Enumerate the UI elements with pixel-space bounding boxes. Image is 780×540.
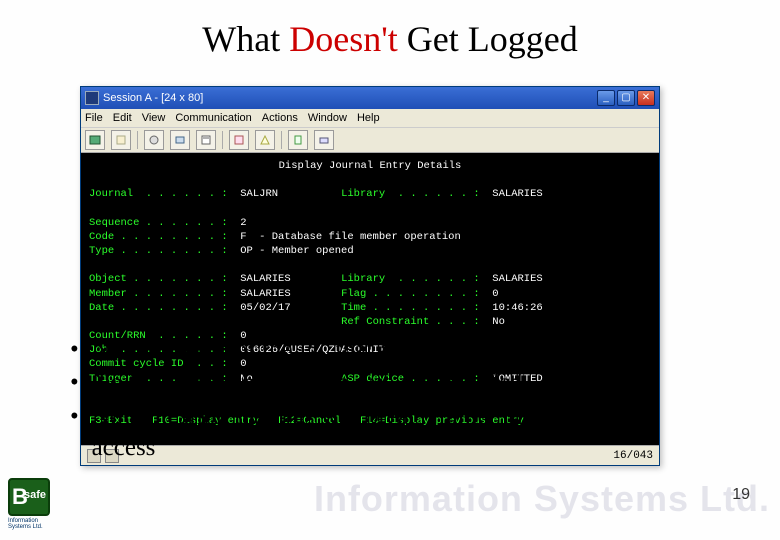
- toolbar-separator: [222, 131, 223, 149]
- menubar: File Edit View Communication Actions Win…: [81, 109, 659, 127]
- minimize-button[interactable]: _: [597, 90, 615, 106]
- toolbar-separator: [137, 131, 138, 149]
- menu-help[interactable]: Help: [357, 112, 380, 124]
- toolbar-button-4[interactable]: [170, 130, 190, 150]
- bullet-text: No indication that this was breach rathe…: [92, 401, 710, 464]
- bullet-item: •No indication that this was breach rath…: [70, 401, 710, 464]
- window-title: Session A - [24 x 80]: [103, 92, 203, 104]
- slide-title: What Doesn't Get Logged: [0, 0, 780, 70]
- toolbar-button-9[interactable]: [314, 130, 334, 150]
- toolbar-button-7[interactable]: [255, 130, 275, 150]
- menu-file[interactable]: File: [85, 112, 103, 124]
- logo-subtext: Information Systems Ltd.: [8, 518, 62, 530]
- toolbar-button-5[interactable]: [196, 130, 216, 150]
- toolbar-button-1[interactable]: [85, 130, 105, 150]
- close-button[interactable]: ✕: [637, 90, 655, 106]
- bullet-text: No indication of the PC that accessed th…: [92, 334, 543, 365]
- title-part: What: [202, 19, 289, 59]
- toolbar-button-2[interactable]: [111, 130, 131, 150]
- bullet-text: No indication that the file was download…: [92, 367, 522, 398]
- title-part: Get Logged: [398, 19, 578, 59]
- watermark: Information Systems Ltd.: [314, 478, 770, 520]
- app-icon: [85, 91, 99, 105]
- bullet-item: •No indication that the file was downloa…: [70, 367, 710, 398]
- toolbar-separator: [281, 131, 282, 149]
- window-titlebar[interactable]: Session A - [24 x 80] _ ▢ ✕: [81, 87, 659, 109]
- menu-window[interactable]: Window: [308, 112, 347, 124]
- toolbar: [81, 127, 659, 153]
- menu-view[interactable]: View: [142, 112, 166, 124]
- toolbar-button-8[interactable]: [288, 130, 308, 150]
- page-number: 19: [732, 486, 750, 504]
- menu-communication[interactable]: Communication: [175, 112, 251, 124]
- menu-edit[interactable]: Edit: [113, 112, 132, 124]
- bullet-item: •No indication of the PC that accessed t…: [70, 334, 710, 365]
- menu-actions[interactable]: Actions: [262, 112, 298, 124]
- toolbar-button-3[interactable]: [144, 130, 164, 150]
- screen-header: Display Journal Entry Details: [89, 159, 651, 173]
- maximize-button[interactable]: ▢: [617, 90, 635, 106]
- company-logo: Bsafe Information Systems Ltd.: [8, 478, 62, 532]
- toolbar-button-6[interactable]: [229, 130, 249, 150]
- title-emphasis: Doesn't: [289, 19, 397, 59]
- bullet-list: •No indication of the PC that accessed t…: [70, 334, 710, 465]
